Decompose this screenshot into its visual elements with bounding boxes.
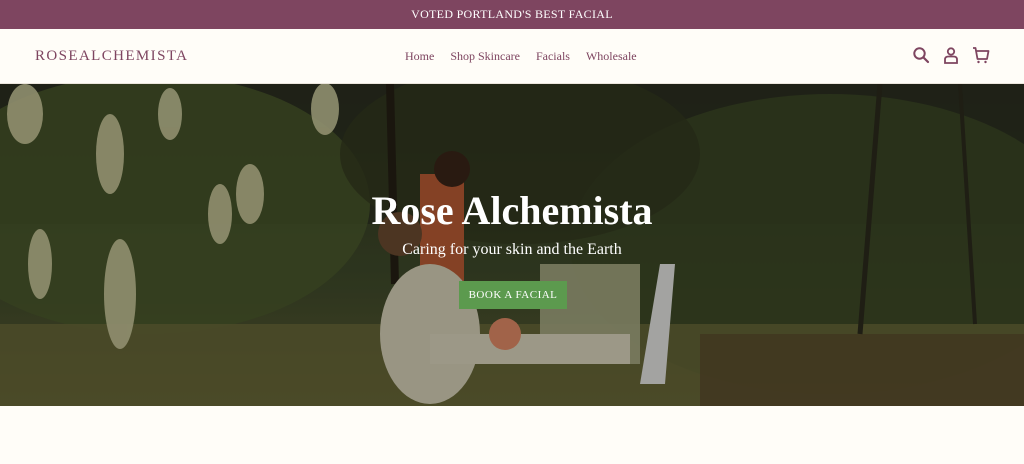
book-facial-button[interactable]: BOOK A FACIAL [459, 281, 567, 309]
hero-banner: Rose Alchemista Caring for your skin and… [0, 84, 1024, 406]
hero-subtitle: Caring for your skin and the Earth [402, 241, 622, 258]
nav-wholesale[interactable]: Wholesale [586, 49, 637, 64]
search-icon[interactable] [912, 46, 930, 64]
hero-title: Rose Alchemista [371, 188, 653, 233]
nav-home[interactable]: Home [405, 49, 434, 64]
nav-shop-skincare[interactable]: Shop Skincare [450, 49, 520, 64]
site-logo[interactable]: ROSEALCHEMISTA [35, 48, 188, 65]
content-area [0, 406, 1024, 464]
nav-facials[interactable]: Facials [536, 49, 570, 64]
main-nav: Home Shop Skincare Facials Wholesale [405, 49, 637, 64]
cart-icon[interactable] [972, 46, 990, 64]
site-header: ROSEALCHEMISTA Home Shop Skincare Facial… [0, 29, 1024, 84]
header-icons [912, 46, 990, 64]
announcement-text: VOTED PORTLAND'S BEST FACIAL [411, 7, 613, 21]
account-icon[interactable] [942, 46, 960, 64]
announcement-bar: VOTED PORTLAND'S BEST FACIAL [0, 0, 1024, 29]
